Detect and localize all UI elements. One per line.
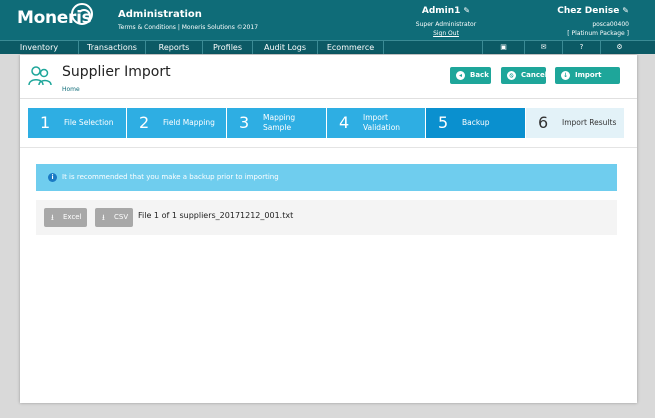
printer-icon[interactable]: ▣ — [482, 41, 524, 54]
settings-icon[interactable]: ⚙ — [600, 41, 638, 54]
help-icon[interactable]: ? — [562, 41, 600, 54]
backup-file-row: ⭳ Excel ⭳ CSV File 1 of 1 suppliers_2017… — [36, 200, 617, 235]
nav-profiles[interactable]: Profiles — [203, 41, 253, 54]
step-label: Backup — [462, 118, 490, 127]
import-button-label: Import Now — [575, 71, 602, 96]
nav-reports[interactable]: Reports — [146, 41, 203, 54]
store-block: Chez Denise ✎ posca00400 [ Platinum Packa… — [557, 6, 629, 37]
step-number: 2 — [139, 113, 150, 132]
nav-inventory[interactable]: Inventory — [0, 41, 79, 54]
step-label: File Selection — [64, 118, 114, 127]
store-package: [ Platinum Package ] — [567, 30, 629, 37]
step-number: 4 — [339, 113, 350, 132]
step-backup[interactable]: 5 Backup — [426, 108, 526, 138]
app-subtitle[interactable]: Terms & Conditions | Moneris Solutions ©… — [118, 24, 258, 31]
cancel-icon: ⦸ — [507, 71, 516, 80]
main-navbar: Inventory Transactions Reports Profiles … — [0, 40, 655, 54]
nav-ecommerce[interactable]: Ecommerce — [318, 41, 384, 54]
user-name: Admin1 — [421, 6, 461, 16]
step-number: 6 — [538, 113, 549, 132]
import-now-button[interactable]: ↓ Import Now — [555, 67, 620, 96]
download-csv-button[interactable]: ⭳ CSV — [95, 208, 133, 227]
mail-icon[interactable]: ✉ — [524, 41, 562, 54]
store-name: Chez Denise — [557, 6, 620, 16]
step-label: Mapping Sample — [263, 113, 296, 132]
suppliers-icon — [28, 66, 52, 86]
download-icon: ⭳ — [51, 213, 54, 222]
step-label: Field Mapping — [163, 118, 215, 127]
back-button[interactable]: ◂ Back — [450, 67, 491, 84]
back-arrow-icon: ◂ — [456, 71, 465, 80]
step-import-results: 6 Import Results — [526, 108, 624, 138]
user-role: Super Administrator — [415, 21, 477, 28]
nav-transactions[interactable]: Transactions — [79, 41, 146, 54]
nav-audit-logs[interactable]: Audit Logs — [253, 41, 318, 54]
step-file-selection[interactable]: 1 File Selection — [28, 108, 127, 138]
wizard-steps: 1 File Selection 2 Field Mapping 3 Mappi… — [28, 108, 624, 138]
user-name-row: Admin1 ✎ — [392, 6, 500, 16]
alert-text: It is recommended that you make a backup… — [62, 173, 279, 181]
step-label: Import Validation — [363, 113, 401, 132]
step-number: 3 — [239, 113, 250, 132]
backup-file-name: File 1 of 1 suppliers_20171212_001.txt — [138, 211, 294, 220]
breadcrumb-home[interactable]: Home — [62, 86, 80, 93]
step-import-validation[interactable]: 4 Import Validation — [327, 108, 426, 138]
download-icon: ⭳ — [102, 213, 105, 222]
store-name-row: Chez Denise ✎ — [557, 6, 629, 16]
cancel-button[interactable]: ⦸ Cancel — [501, 67, 548, 84]
step-label: Import Results — [562, 118, 617, 127]
app-header: Moneris Administration Terms & Condition… — [0, 0, 655, 40]
step-mapping-sample[interactable]: 3 Mapping Sample — [227, 108, 327, 138]
page-header: Supplier Import Home ◂ Back ⦸ Cancel ↓ I… — [20, 55, 637, 99]
backup-alert: i It is recommended that you make a back… — [36, 164, 617, 191]
excel-label: Excel — [63, 213, 82, 221]
divider — [20, 147, 637, 148]
page-title: Supplier Import — [62, 64, 171, 80]
download-excel-button[interactable]: ⭳ Excel — [44, 208, 87, 227]
step-number: 5 — [438, 113, 449, 132]
edit-store-pencil-icon[interactable]: ✎ — [622, 6, 629, 15]
moneris-logo-mark-icon — [71, 3, 93, 25]
user-block: Admin1 ✎ Super Administrator Sign Out — [392, 6, 500, 37]
csv-label: CSV — [114, 213, 129, 221]
store-id: posca00400 — [592, 21, 629, 28]
content-panel: Supplier Import Home ◂ Back ⦸ Cancel ↓ I… — [20, 55, 637, 403]
edit-user-pencil-icon[interactable]: ✎ — [463, 6, 470, 15]
info-icon: i — [48, 173, 57, 182]
import-icon: ↓ — [561, 71, 570, 80]
back-button-label: Back — [470, 71, 489, 79]
step-field-mapping[interactable]: 2 Field Mapping — [127, 108, 227, 138]
app-title: Administration — [118, 9, 202, 20]
cancel-button-label: Cancel — [521, 71, 548, 79]
step-number: 1 — [40, 113, 51, 132]
sign-out-link[interactable]: Sign Out — [392, 30, 500, 37]
